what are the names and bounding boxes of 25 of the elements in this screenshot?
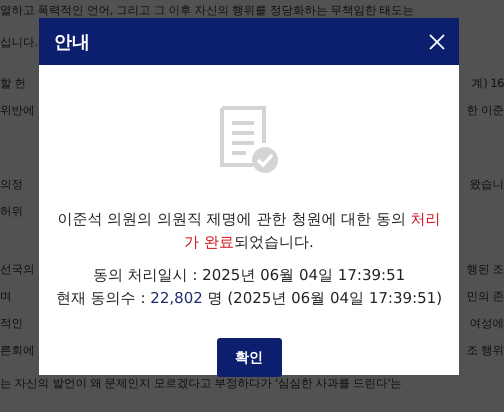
- background-text: 계) 16: [472, 75, 504, 92]
- background-text: 조 행위: [466, 342, 504, 359]
- background-text: 할 헌: [0, 75, 26, 92]
- background-text: 한 이준: [466, 102, 504, 119]
- background-text: 민의 존: [466, 288, 504, 305]
- background-text: 여성에: [470, 315, 504, 332]
- background-text: 의정: [0, 176, 23, 193]
- background-text: 열하고 폭력적인 언어, 그리고 그 이후 자신의 행위를 정당화하는 무책임한 태도는: [0, 2, 414, 19]
- dialog-title: 안내: [54, 30, 90, 54]
- background-text: 십니다.: [0, 34, 38, 51]
- background-text: 허위: [0, 203, 23, 220]
- document-check-icon: [219, 105, 279, 175]
- confirm-button[interactable]: 확인: [216, 338, 282, 377]
- agree-count-text: 현재 동의수 : 22,802 명 (2025년 06월 04일 17:39:51): [56, 288, 442, 309]
- background-text: 는 자신의 발언이 왜 문제인지 모르겠다고 부정하다가 '심심한 사과를 드린다'는: [0, 375, 402, 392]
- background-text: 며: [0, 288, 12, 305]
- message-text: 이준석 의원의 의원직 제명에 관한 청원에 대한 동의 처리가 완료되었습니다.: [56, 209, 442, 253]
- background-text: 른회에: [0, 342, 34, 359]
- background-text: 적인: [0, 315, 23, 332]
- processed-time-text: 동의 처리일시 : 2025년 06월 04일 17:39:51: [92, 265, 406, 286]
- background-text: 위반에: [0, 102, 34, 119]
- background-text: 왔습니: [470, 176, 504, 193]
- background-text: 선국의: [0, 261, 34, 278]
- close-icon[interactable]: [429, 34, 445, 50]
- background-text: 행된 조: [466, 261, 504, 278]
